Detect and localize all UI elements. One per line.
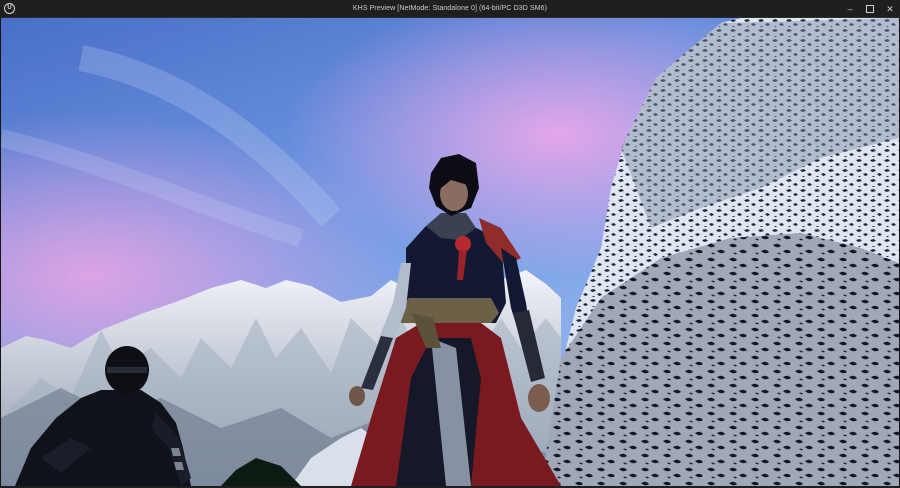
game-window: U KHS Preview [NetMode: Standalone 0] (6…	[0, 0, 900, 488]
maximize-icon[interactable]	[860, 0, 880, 18]
window-title: KHS Preview [NetMode: Standalone 0] (64-…	[352, 5, 548, 12]
minimize-icon[interactable]: –	[840, 0, 860, 18]
title-bar[interactable]: U KHS Preview [NetMode: Standalone 0] (6…	[0, 0, 900, 18]
game-viewport[interactable]	[1, 18, 899, 486]
game-scene	[1, 18, 899, 486]
close-icon[interactable]: ✕	[880, 0, 900, 18]
